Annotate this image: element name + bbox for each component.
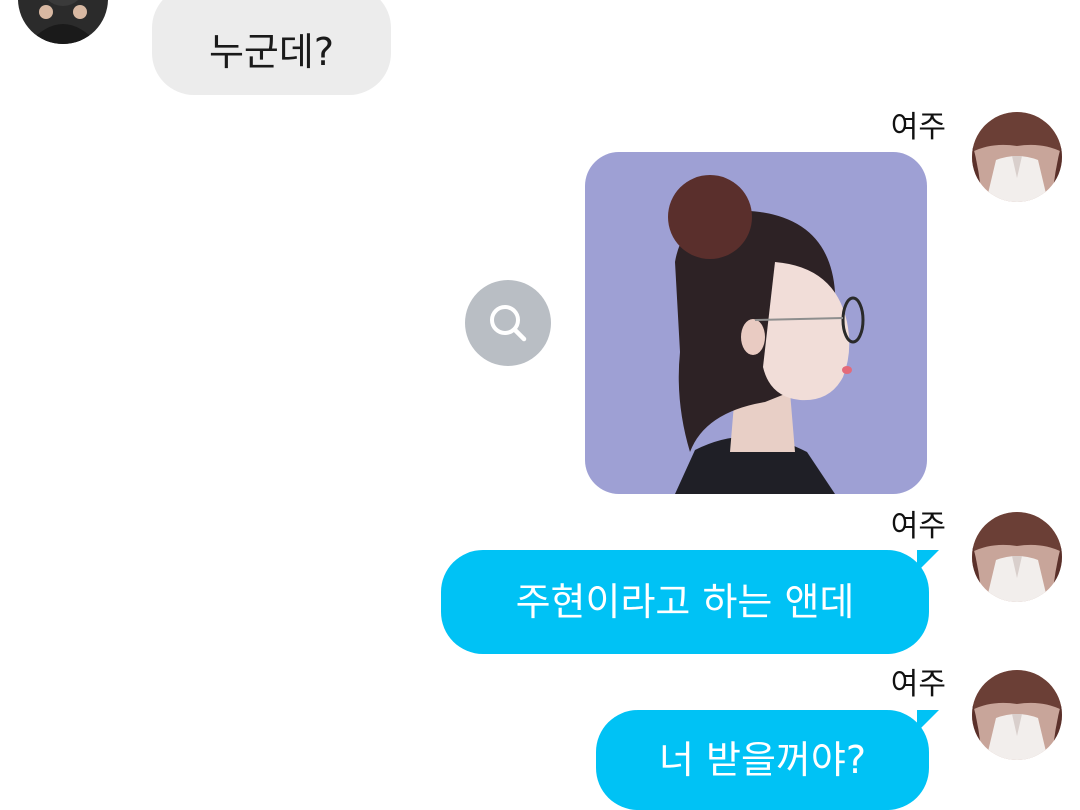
portrait-photo bbox=[585, 152, 927, 494]
search-icon bbox=[490, 305, 527, 342]
self-avatar[interactable] bbox=[972, 512, 1062, 602]
outgoing-message-bubble[interactable]: 주현이라고 하는 앤데 bbox=[441, 550, 939, 654]
self-avatar[interactable] bbox=[972, 670, 1062, 760]
sender-name: 여주 bbox=[890, 110, 946, 145]
outgoing-message-text: 너 받을꺼야? bbox=[658, 738, 867, 782]
outgoing-message-text: 주현이라고 하는 앤데 bbox=[515, 580, 855, 624]
sender-name: 여주 bbox=[890, 509, 946, 544]
outgoing-message-bubble[interactable]: 너 받을꺼야? bbox=[596, 710, 939, 810]
self-avatar[interactable] bbox=[972, 112, 1062, 202]
zoom-button[interactable] bbox=[465, 280, 551, 366]
incoming-message-text: 누군데? bbox=[208, 29, 335, 74]
other-avatar[interactable] bbox=[18, 0, 108, 44]
chat-view: 누군데? 여주 여주 주현이라고 하는 앤데 여주 너 받을꺼야? bbox=[0, 0, 1080, 810]
sender-name: 여주 bbox=[890, 667, 946, 702]
incoming-message-bubble[interactable]: 누군데? bbox=[152, 0, 391, 95]
image-message[interactable] bbox=[585, 152, 927, 494]
